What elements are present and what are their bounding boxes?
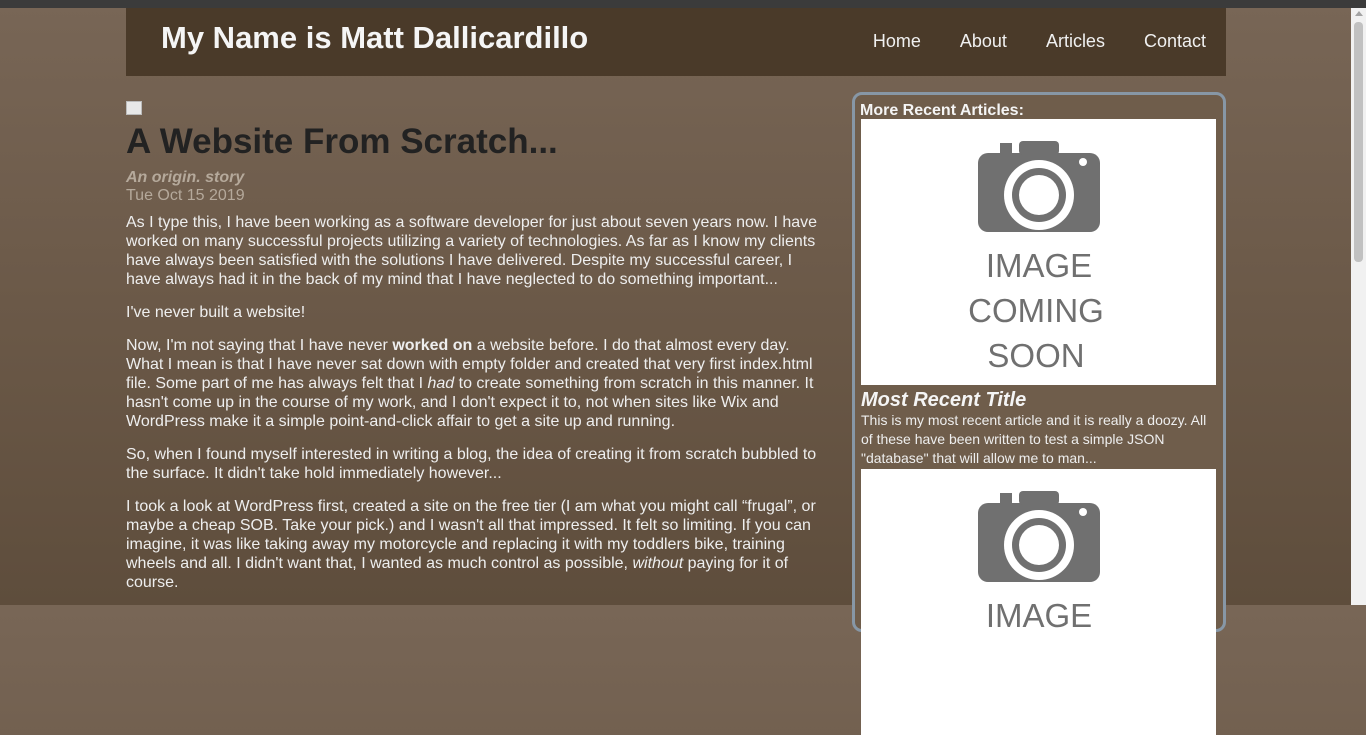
recent-articles-sidebar: More Recent Articles: IMAGE COMING SOON … (852, 92, 1226, 735)
article-paragraph: So, when I found myself interested in wr… (126, 446, 817, 482)
nav-home[interactable]: Home (873, 31, 921, 52)
broken-image-icon (126, 101, 142, 115)
article-date: Tue Oct 15 2019 (126, 187, 245, 204)
card-title[interactable]: Most Recent Title (861, 389, 1026, 412)
image-text-line: SOON (987, 337, 1084, 374)
card-excerpt: This is my most recent article and it is… (861, 412, 1207, 466)
site-header: My Name is Matt Dallicardillo Home About… (126, 8, 1226, 76)
article-paragraph: I've never built a website! (126, 304, 306, 321)
nav-contact[interactable]: Contact (1144, 31, 1206, 52)
site-title[interactable]: My Name is Matt Dallicardillo (161, 20, 588, 56)
article-paragraph: Now, I'm not saying that I have never wo… (126, 336, 820, 431)
bold-text: worked on (392, 337, 473, 354)
article-thumbnail[interactable]: IMAGE COMING SOON (861, 119, 1216, 385)
nav-about[interactable]: About (960, 31, 1007, 52)
article-thumbnail[interactable]: IMAGE (861, 469, 1216, 735)
article-title: A Website From Scratch... (126, 122, 558, 161)
scrollbar[interactable] (1351, 8, 1366, 605)
camera-icon: IMAGE (978, 491, 1100, 634)
article: A Website From Scratch... An origin. sto… (126, 101, 820, 606)
italic-text: without (632, 555, 684, 572)
image-text-line: IMAGE (986, 247, 1092, 284)
article-subtitle: An origin. story (126, 169, 245, 186)
scroll-thumb[interactable] (1354, 22, 1363, 262)
camera-icon: IMAGE COMING SOON (968, 141, 1104, 374)
text-span: Now, I'm not saying that I have never (126, 337, 393, 354)
image-text-line: COMING (968, 292, 1104, 329)
browser-top-strip (0, 0, 1366, 8)
article-paragraph: I took a look at WordPress first, create… (126, 497, 820, 592)
nav-articles[interactable]: Articles (1046, 31, 1105, 52)
italic-text: had (427, 375, 455, 392)
image-text-line: IMAGE (986, 597, 1092, 634)
article-paragraph: As I type this, I have been working as a… (126, 214, 818, 288)
main-nav: Home About Articles Contact (873, 31, 1206, 52)
sidebar-heading: More Recent Articles: (860, 102, 1024, 119)
scroll-up-icon[interactable] (1355, 11, 1363, 16)
